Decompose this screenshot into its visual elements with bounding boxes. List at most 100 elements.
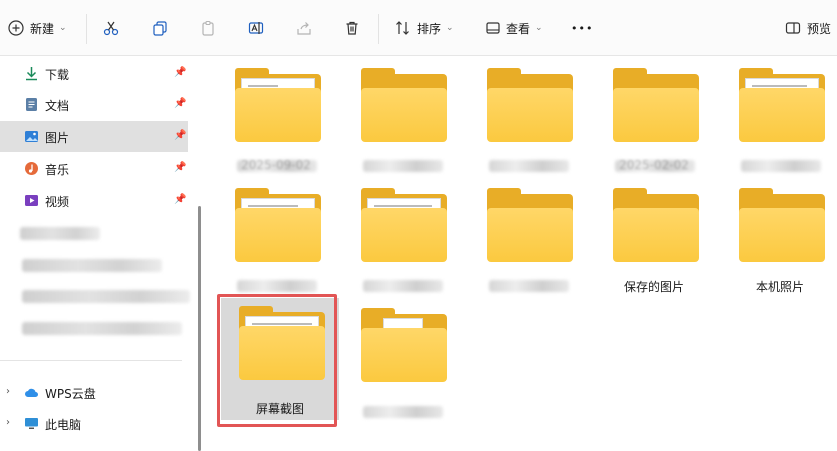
folder-item[interactable] xyxy=(343,186,461,302)
music-icon xyxy=(25,162,38,175)
redacted-nav-item[interactable] xyxy=(20,227,100,240)
nav-label: 文档 xyxy=(45,99,70,113)
command-bar: 新建 ⌄ 排序 ⌄ 查看 ⌄ ••• 预览 xyxy=(0,0,837,56)
preview-pane-button[interactable]: 预览 xyxy=(785,0,831,56)
pin-icon: 📌 xyxy=(174,130,187,141)
plus-circle-icon xyxy=(8,20,24,36)
folder-icon xyxy=(235,68,321,142)
share-button[interactable] xyxy=(296,0,312,56)
folder-item[interactable] xyxy=(469,66,587,182)
folder-item[interactable] xyxy=(469,186,587,302)
document-icon xyxy=(26,98,37,111)
folder-item-screenshots[interactable]: 屏幕截图 xyxy=(221,298,339,420)
folder-icon xyxy=(613,188,699,262)
pictures-icon xyxy=(25,131,38,142)
new-label: 新建 xyxy=(30,21,55,36)
folder-icon xyxy=(487,68,573,142)
copy-button[interactable] xyxy=(152,0,168,56)
folder-label: 2025-09-02 xyxy=(241,158,311,172)
nav-item-downloads[interactable]: 下载 📌 xyxy=(0,58,188,89)
preview-label: 预览 xyxy=(807,21,832,36)
video-icon xyxy=(25,195,38,206)
more-options-button[interactable]: ••• xyxy=(571,0,593,56)
trash-icon xyxy=(346,21,358,35)
sort-button[interactable]: 排序 ⌄ xyxy=(395,0,454,56)
folder-icon xyxy=(235,188,321,262)
folder-label: 屏幕截图 xyxy=(255,402,304,416)
rename-button[interactable] xyxy=(248,0,264,56)
new-button[interactable]: 新建 ⌄ xyxy=(8,0,67,56)
folder-label: 2025-02-02 xyxy=(619,158,689,172)
more-label: ••• xyxy=(571,21,594,35)
pin-icon: 📌 xyxy=(174,162,187,173)
folder-icon xyxy=(739,188,825,262)
file-grid: 2025-09-02 2025-02-02 保存的图片 本机照片 屏幕截图 xyxy=(205,56,837,443)
redacted-nav-item[interactable] xyxy=(22,322,182,335)
folder-item[interactable] xyxy=(721,66,837,182)
computer-icon xyxy=(25,418,38,429)
nav-scrollbar[interactable] xyxy=(198,206,201,451)
folder-item-camera-roll[interactable]: 本机照片 xyxy=(721,186,837,302)
redacted-nav-item[interactable] xyxy=(22,290,190,303)
scissors-icon xyxy=(103,21,119,36)
nav-divider xyxy=(0,360,182,361)
redacted-label xyxy=(489,160,569,172)
chevron-right-icon[interactable]: › xyxy=(6,386,10,397)
pin-icon: 📌 xyxy=(174,98,187,109)
folder-item[interactable] xyxy=(343,66,461,182)
download-icon xyxy=(26,67,37,81)
redacted-label xyxy=(237,280,317,292)
sort-label: 排序 xyxy=(417,21,442,36)
redacted-label xyxy=(363,280,443,292)
delete-button[interactable] xyxy=(344,0,360,56)
redacted-nav-item[interactable] xyxy=(22,259,162,272)
folder-item[interactable]: 2025-09-02 xyxy=(217,66,335,182)
share-icon xyxy=(297,22,311,35)
clipboard-icon xyxy=(202,20,214,36)
sort-icon xyxy=(396,21,409,35)
navigation-pane: 下载 📌 文档 📌 图片 📌 音乐 📌 视频 📌 › WPS云盘 › 此电脑 xyxy=(0,56,205,451)
chevron-down-icon: ⌄ xyxy=(446,23,454,33)
cloud-icon xyxy=(25,388,38,397)
view-label: 查看 xyxy=(506,21,531,36)
folder-item[interactable] xyxy=(217,186,335,302)
folder-label: 本机照片 xyxy=(755,280,804,294)
nav-item-wps-cloud[interactable]: › WPS云盘 xyxy=(0,377,188,408)
nav-label: 图片 xyxy=(45,131,70,145)
folder-item-saved-pictures[interactable]: 保存的图片 xyxy=(595,186,713,302)
folder-icon xyxy=(361,188,447,262)
folder-item[interactable] xyxy=(343,306,461,422)
nav-label: 视频 xyxy=(45,195,70,209)
preview-pane-icon xyxy=(785,22,801,34)
chevron-down-icon: ⌄ xyxy=(59,23,67,33)
redacted-label xyxy=(489,280,569,292)
paste-button[interactable] xyxy=(200,0,216,56)
folder-label: 保存的图片 xyxy=(623,280,684,294)
nav-item-this-pc[interactable]: › 此电脑 xyxy=(0,408,188,439)
folder-icon xyxy=(239,306,325,380)
pin-icon: 📌 xyxy=(174,194,187,205)
folder-icon xyxy=(361,68,447,142)
redacted-label xyxy=(741,160,821,172)
view-icon xyxy=(486,22,500,34)
toolbar-divider xyxy=(86,14,87,44)
redacted-label xyxy=(363,160,443,172)
nav-item-videos[interactable]: 视频 📌 xyxy=(0,185,188,216)
redacted-label xyxy=(363,406,443,418)
nav-label: 音乐 xyxy=(45,163,70,177)
copy-icon xyxy=(153,21,167,36)
folder-icon xyxy=(613,68,699,142)
toolbar-divider xyxy=(378,14,379,44)
rename-icon xyxy=(248,22,264,34)
nav-label: 下载 xyxy=(45,68,70,82)
nav-item-pictures[interactable]: 图片 📌 xyxy=(0,121,188,152)
nav-item-documents[interactable]: 文档 📌 xyxy=(0,89,188,120)
folder-item[interactable]: 2025-02-02 xyxy=(595,66,713,182)
folder-icon xyxy=(361,308,447,382)
pin-icon: 📌 xyxy=(174,67,187,78)
view-button[interactable]: 查看 ⌄ xyxy=(486,0,543,56)
nav-item-music[interactable]: 音乐 📌 xyxy=(0,153,188,184)
chevron-right-icon[interactable]: › xyxy=(6,417,10,428)
chevron-down-icon: ⌄ xyxy=(535,23,543,33)
cut-button[interactable] xyxy=(103,0,119,56)
